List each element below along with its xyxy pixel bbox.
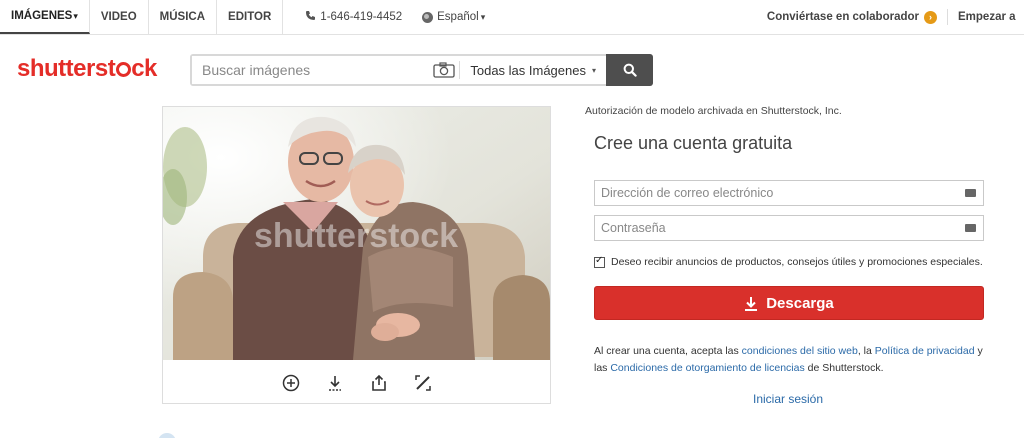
- top-nav: IMÁGENES ▾ VIDEO MÚSICA EDITOR 1-646-419-…: [0, 0, 1024, 35]
- become-contributor-label: Conviértase en colaborador: [766, 11, 919, 23]
- watermark-text: shutterstock: [254, 217, 458, 255]
- logo-text-part2: ck: [131, 55, 157, 82]
- partial-circle-element: [158, 433, 176, 438]
- tab-music[interactable]: MÚSICA: [149, 0, 218, 34]
- phone-number-text: 1-646-419-4452: [320, 11, 403, 23]
- download-button[interactable]: Descarga: [594, 286, 984, 320]
- camera-icon[interactable]: [429, 56, 459, 84]
- form-title: Cree una cuenta gratuita: [594, 133, 793, 153]
- phone-icon: [305, 10, 316, 24]
- terms-text-part: Al crear una cuenta, acepta las: [594, 345, 742, 357]
- share-icon[interactable]: [369, 373, 389, 393]
- terms-text: Al crear una cuenta, acepta las condicio…: [594, 343, 994, 377]
- logo-o-ring: [115, 62, 131, 77]
- login-link[interactable]: Iniciar sesión: [753, 392, 823, 406]
- become-contributor-link[interactable]: Conviértase en colaborador ›: [767, 9, 948, 25]
- search-button[interactable]: [606, 54, 653, 86]
- tab-music-label: MÚSICA: [159, 11, 206, 23]
- tab-editor[interactable]: EDITOR: [217, 0, 284, 34]
- download-icon[interactable]: [325, 373, 345, 393]
- password-field[interactable]: [595, 221, 965, 235]
- edit-icon[interactable]: [413, 373, 433, 393]
- globe-icon: [422, 11, 434, 23]
- privacy-policy-link[interactable]: Política de privacidad: [875, 345, 975, 357]
- language-selector[interactable]: Español ▾: [422, 0, 485, 34]
- tab-images[interactable]: IMÁGENES ▾: [0, 0, 90, 34]
- promo-checkbox[interactable]: [594, 255, 605, 268]
- language-label: Español: [437, 11, 479, 23]
- tab-video-label: VIDEO: [100, 11, 137, 23]
- download-button-label: Descarga: [766, 294, 834, 312]
- image-toolbar: [163, 362, 550, 404]
- chevron-down-icon: ▾: [73, 10, 78, 21]
- search-icon: [623, 63, 637, 77]
- tab-video[interactable]: VIDEO: [90, 0, 149, 34]
- start-link[interactable]: Empezar a: [948, 0, 1024, 34]
- terms-text-part: de Shutterstock.: [804, 362, 884, 374]
- email-field-wrapper: [594, 180, 984, 206]
- arrow-right-icon: ›: [924, 10, 937, 24]
- terms-text-part: , la: [857, 345, 875, 357]
- start-label: Empezar a: [958, 11, 1016, 23]
- search-bar: Todas las Imágenes ▾: [190, 54, 653, 86]
- caret-down-icon: ▾: [591, 65, 596, 75]
- email-field[interactable]: [595, 186, 965, 200]
- site-terms-link[interactable]: condiciones del sitio web: [742, 345, 858, 357]
- shutterstock-logo[interactable]: shutterst ck: [17, 55, 157, 83]
- password-field-wrapper: [594, 215, 984, 241]
- license-terms-link[interactable]: Condiciones de otorgamiento de licencias: [610, 362, 804, 374]
- autofill-key-icon[interactable]: [965, 185, 976, 197]
- search-input[interactable]: [192, 56, 430, 84]
- logo-text-part1: shutterst: [17, 55, 116, 82]
- model-release-note: Autorización de modelo archivada en Shut…: [585, 105, 842, 117]
- phone-number: 1-646-419-4452: [305, 0, 402, 34]
- zoom-in-icon[interactable]: [281, 373, 301, 393]
- tab-images-label: IMÁGENES: [11, 10, 73, 22]
- tab-editor-label: EDITOR: [228, 11, 272, 23]
- stock-photo[interactable]: shutterstock: [163, 107, 550, 360]
- download-icon: [744, 296, 758, 311]
- category-select-label: Todas las Imágenes: [470, 62, 586, 78]
- category-select[interactable]: Todas las Imágenes ▾: [459, 61, 606, 79]
- autofill-key-icon[interactable]: [965, 220, 976, 232]
- promo-checkbox-row: Deseo recibir anuncios de productos, con…: [594, 255, 983, 268]
- image-preview-panel: shutterstock: [162, 106, 551, 404]
- promo-checkbox-label: Deseo recibir anuncios de productos, con…: [611, 256, 983, 268]
